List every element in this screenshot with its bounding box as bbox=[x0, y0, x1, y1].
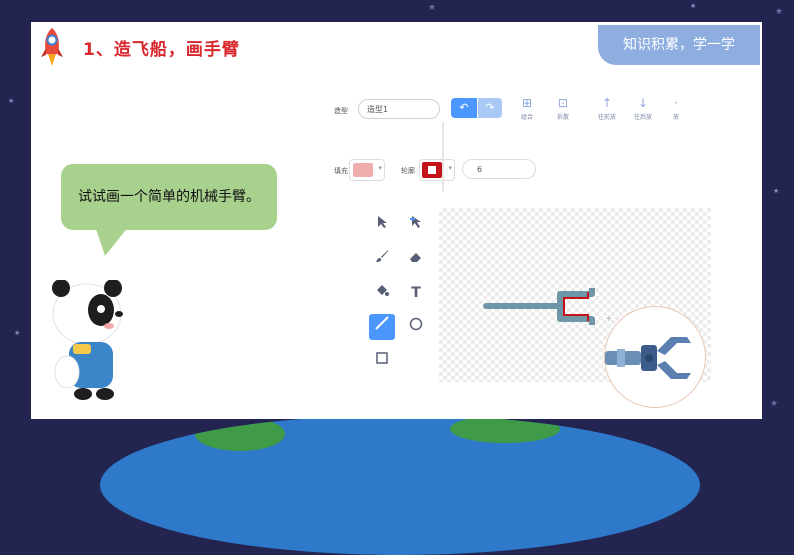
stroke-color-picker[interactable]: ▾ bbox=[419, 159, 455, 181]
undo-button[interactable]: ↶ bbox=[451, 98, 477, 118]
panda-mascot bbox=[52, 280, 123, 400]
earth-illustration bbox=[100, 415, 700, 555]
section-tag: 知识积累，学一学 bbox=[598, 25, 760, 65]
group-button[interactable]: ⊞ 组合 bbox=[509, 96, 545, 121]
text-icon: T bbox=[411, 285, 421, 301]
speech-bubble: 试试画一个简单的机械手臂。 bbox=[61, 164, 277, 230]
bubble-text: 试试画一个简单的机械手臂。 bbox=[78, 189, 260, 205]
costume-label: 造型 bbox=[334, 107, 348, 115]
bubble-tail bbox=[95, 226, 129, 256]
stroke-width-input[interactable]: 6 bbox=[462, 159, 536, 179]
robot-claw-illustration bbox=[604, 306, 706, 408]
rocket-icon bbox=[41, 28, 63, 66]
line-icon bbox=[375, 316, 389, 330]
stroke-label: 轮廓 bbox=[401, 167, 415, 175]
costume-name-input[interactable]: 造型1 bbox=[358, 99, 440, 119]
star-icon: ★ bbox=[14, 329, 21, 337]
fill-color-picker[interactable]: ▾ bbox=[349, 159, 385, 181]
undo-icon: ↶ bbox=[459, 101, 469, 114]
paint-bucket-icon bbox=[377, 285, 389, 296]
reshape-icon bbox=[410, 216, 421, 228]
forward-button[interactable]: ↑ 往前放 bbox=[589, 96, 625, 121]
slide-card: 1、造飞船，画手臂 知识积累，学一学 造型 造型1 ↶ ↷ ⊞ 组合 ⊡ 拆散 … bbox=[31, 22, 762, 419]
chevron-down-icon: ▾ bbox=[378, 164, 382, 172]
redo-button[interactable]: ↷ bbox=[478, 98, 502, 118]
front-icon: · bbox=[674, 96, 678, 110]
line-tool[interactable] bbox=[369, 314, 395, 340]
group-icon: ⊞ bbox=[521, 96, 533, 110]
ungroup-icon: ⊡ bbox=[557, 96, 569, 110]
backward-button[interactable]: ↓ 往后放 bbox=[625, 96, 661, 121]
forward-icon: ↑ bbox=[601, 96, 613, 110]
star-icon: ★ bbox=[773, 187, 780, 195]
eraser-icon bbox=[410, 253, 421, 262]
reshape-tool[interactable] bbox=[403, 212, 429, 238]
ungroup-button[interactable]: ⊡ 拆散 bbox=[545, 96, 581, 121]
section-title: 1、造飞船，画手臂 bbox=[83, 40, 240, 60]
brush-icon bbox=[376, 250, 388, 262]
circle-icon bbox=[409, 317, 423, 331]
star-icon: ★ bbox=[770, 399, 779, 409]
pointer-icon bbox=[378, 216, 387, 228]
select-tool[interactable] bbox=[369, 212, 395, 238]
fill-label: 填充 bbox=[334, 167, 348, 175]
robot-claw-icon bbox=[605, 337, 691, 379]
star-icon: ★ bbox=[690, 2, 697, 10]
backward-icon: ↓ bbox=[637, 96, 649, 110]
redo-icon: ↷ bbox=[485, 101, 495, 114]
star-icon: ★ bbox=[8, 97, 15, 105]
star-icon: ★ bbox=[428, 3, 437, 13]
brush-tool[interactable] bbox=[369, 246, 395, 272]
fill-tool[interactable] bbox=[369, 280, 395, 306]
editor-scrollbar[interactable] bbox=[442, 122, 444, 192]
circle-tool[interactable] bbox=[403, 314, 429, 340]
chevron-down-icon: ▾ bbox=[448, 164, 452, 172]
star-icon: ★ bbox=[775, 7, 784, 17]
text-tool[interactable]: T bbox=[403, 280, 429, 306]
front-button[interactable]: · 放 bbox=[669, 96, 683, 121]
rectangle-icon bbox=[376, 352, 388, 364]
eraser-tool[interactable] bbox=[403, 246, 429, 272]
rectangle-tool[interactable] bbox=[369, 348, 395, 374]
